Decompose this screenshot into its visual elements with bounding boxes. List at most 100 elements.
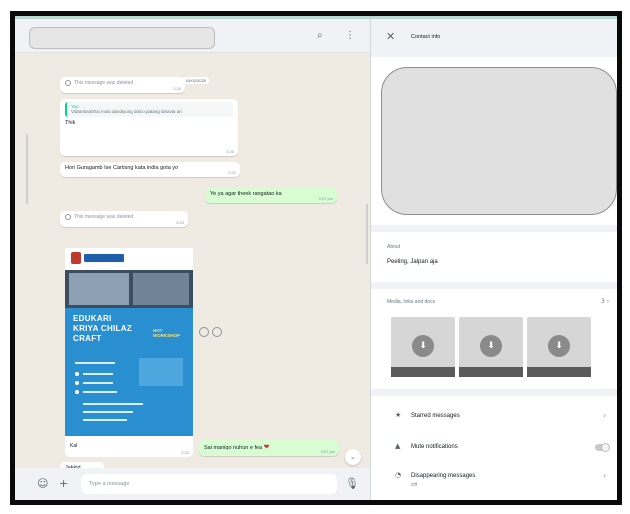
option-sublabel: Off (411, 482, 417, 487)
date-chip: 04/02/2025 (183, 77, 210, 84)
image-caption-area: Kal 2:20 (65, 436, 193, 457)
toggle-knob (601, 443, 610, 452)
chat-header: ⌕ ⋮ (15, 19, 370, 53)
message-time: 2:20 (226, 149, 234, 154)
about-text: Peeling, Jalpan aja (387, 259, 438, 265)
image-caption: Kal (70, 443, 78, 449)
disappearing-messages-row[interactable]: ◔ Disappearing messages Off › (371, 462, 617, 496)
thumbnail-footer (527, 367, 591, 377)
about-section: About Peeling, Jalpan aja (371, 232, 617, 282)
poster-title-line: EDUKARI (73, 314, 112, 323)
avatar[interactable] (381, 67, 617, 215)
poster-text-line (83, 411, 133, 413)
poster-title-line: KRIYA CHILAZ (73, 324, 133, 333)
media-count[interactable]: 3 › (601, 298, 609, 305)
message-text: Thik (65, 120, 76, 126)
workshop-poster-image[interactable]: EDUKARI KRIYA CHILAZ CRAFT HOT WORKSHOP (65, 248, 193, 436)
deleted-text: This message was deleted (74, 214, 134, 221)
mute-toggle[interactable] (595, 443, 610, 452)
bell-icon: ▲ (395, 442, 401, 450)
message-time: 2:20 (173, 86, 181, 91)
smiley-icon[interactable]: ☺ (37, 477, 48, 490)
starred-messages-row[interactable]: ★ Starred messages › (371, 402, 617, 432)
deleted-message[interactable]: This message was deleted 2:20 (60, 211, 188, 227)
media-thumbnail[interactable]: ⬇ (459, 317, 523, 377)
poster-world-map (139, 358, 183, 386)
chat-search-box[interactable] (29, 27, 215, 49)
deleted-icon (65, 214, 71, 220)
poster-badge: HOT WORKSHOP (153, 328, 180, 338)
outgoing-message[interactable]: Ye ya agar theek rangatao ka 3:07 pm (205, 188, 337, 203)
message-time: 2:20 (176, 220, 184, 225)
message-time: 3:07 pm (320, 449, 335, 454)
download-icon[interactable]: ⬇ (548, 335, 570, 357)
chevron-right-icon: › (603, 471, 607, 480)
timer-icon: ◔ (395, 471, 402, 479)
message-composer: ☺ + Type a message 🎙 (15, 468, 370, 500)
panel-title: Contact info (411, 34, 441, 40)
poster-text-line (83, 382, 113, 384)
deleted-message[interactable]: This message was deleted 2:20 (60, 77, 185, 93)
star-icon: ★ (395, 411, 402, 419)
message-input[interactable]: Type a message (81, 474, 337, 494)
scroll-indicator (366, 204, 368, 264)
screen-frame: ⌕ ⋮ This message was deleted 2:20 04/02/… (10, 11, 622, 505)
media-thumbnail[interactable]: ⬇ (391, 317, 455, 377)
options-section: ★ Starred messages › ▲ Mute notification… (371, 396, 617, 500)
scroll-to-bottom-button[interactable]: ⌄ (345, 449, 361, 465)
contact-info-panel: ✕ Contact info About Peeling, Jalpan aja… (370, 19, 617, 500)
media-label: Media, links and docs (387, 299, 436, 305)
incoming-message[interactable]: Hori Guragamb Ise Cartisng kata india go… (60, 162, 240, 177)
poster-text-line (83, 373, 113, 375)
poster-bullet (75, 390, 79, 394)
kebab-menu-icon[interactable]: ⋮ (345, 30, 355, 41)
poster-title: EDUKARI KRIYA CHILAZ CRAFT (73, 314, 132, 344)
download-icon[interactable]: ⬇ (412, 335, 434, 357)
message-text: Sai maniqo nuhun e fea (204, 445, 263, 451)
outgoing-message[interactable]: Sai maniqo nuhun e fea ❤ 3:07 pm (199, 440, 339, 456)
quoted-reply-message[interactable]: You Vidambanbhai mola dandiyung dolco pa… (60, 99, 238, 156)
poster-photo-strip (65, 270, 193, 308)
message-time: 2:20 (228, 170, 236, 175)
poster-header (65, 248, 193, 270)
chat-pane: ⌕ ⋮ This message was deleted 2:20 04/02/… (15, 19, 370, 500)
poster-text-line (83, 391, 117, 393)
chevron-right-icon: › (603, 411, 607, 420)
poster-text-line (83, 419, 127, 421)
thumbnail-footer (391, 367, 455, 377)
react-icon[interactable] (212, 327, 222, 337)
heart-emoji: ❤ (263, 443, 270, 451)
message-text: Hori Guragamb Ise Cartisng kata india go… (65, 165, 179, 171)
message-time: 3:07 pm (318, 196, 333, 201)
option-label: Starred messages (411, 413, 460, 419)
poster-text-line (83, 403, 143, 405)
plus-icon[interactable]: + (59, 477, 68, 490)
forward-icon[interactable] (199, 327, 209, 337)
profile-card (371, 57, 617, 225)
chevron-down-icon: ⌄ (349, 452, 357, 461)
poster-bullet (75, 372, 79, 376)
poster-bullet (75, 381, 79, 385)
media-thumbnail[interactable]: ⬇ (527, 317, 591, 377)
poster-title-line: CRAFT (73, 334, 102, 343)
panel-header: ✕ Contact info (371, 19, 617, 55)
deleted-text: This message was deleted (74, 80, 134, 87)
microphone-icon[interactable]: 🎙 (345, 477, 359, 490)
quote-text: Vidambanbhai mola dandiyung dolco patang… (71, 109, 182, 114)
search-icon[interactable]: ⌕ (317, 30, 323, 41)
poster-photo (69, 273, 129, 305)
message-time: 2:20 (181, 450, 189, 455)
option-label: Mute notifications (411, 444, 458, 450)
deleted-icon (65, 80, 71, 86)
banner-logo (84, 254, 124, 262)
emblem-logo (71, 252, 81, 264)
mute-notifications-row[interactable]: ▲ Mute notifications (371, 433, 617, 463)
quoted-message[interactable]: You Vidambanbhai mola dandiyung dolco pa… (65, 102, 233, 117)
about-label: About (387, 244, 401, 250)
close-icon[interactable]: ✕ (386, 30, 395, 43)
download-icon[interactable]: ⬇ (480, 335, 502, 357)
scroll-indicator (26, 134, 28, 204)
media-section[interactable]: Media, links and docs 3 › ⬇ ⬇ ⬇ (371, 289, 617, 389)
option-label: Disappearing messages (411, 473, 476, 479)
image-message[interactable]: EDUKARI KRIYA CHILAZ CRAFT HOT WORKSHOP (65, 229, 193, 457)
